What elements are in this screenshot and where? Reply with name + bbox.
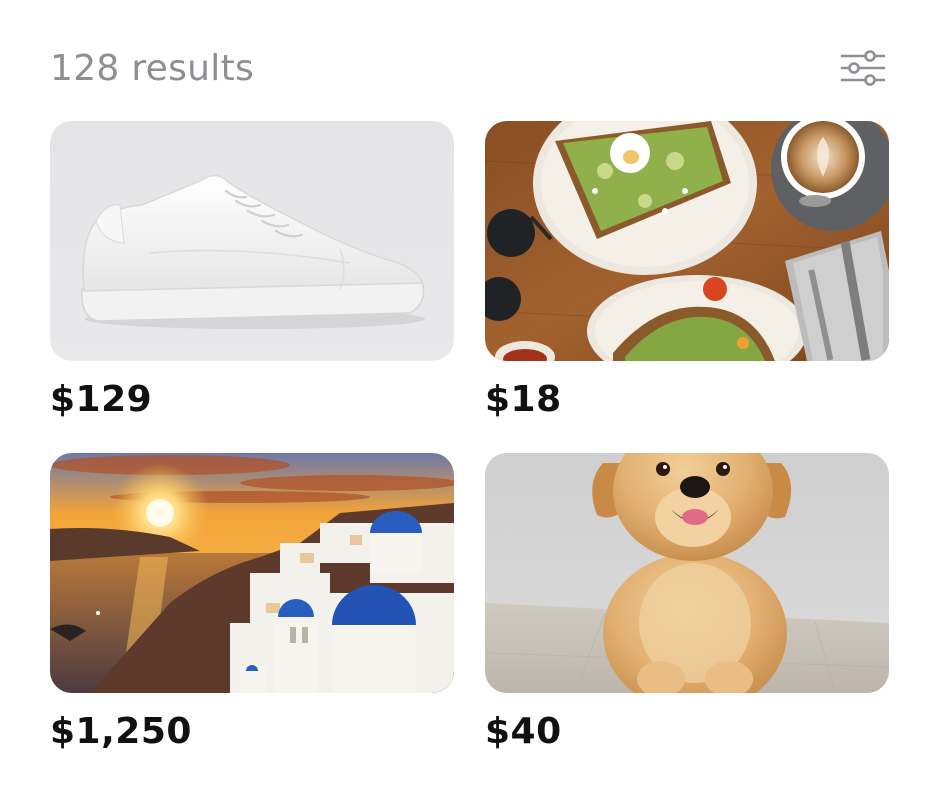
product-image-santorini[interactable] — [50, 453, 454, 693]
results-count: 128 results — [50, 48, 255, 89]
product-card[interactable]: $40 — [485, 453, 889, 753]
product-card[interactable]: $18 — [485, 121, 889, 421]
product-image-sneaker[interactable] — [50, 121, 454, 361]
product-price: $40 — [485, 711, 562, 752]
filter-button[interactable] — [840, 48, 886, 88]
results-header: 128 results — [50, 42, 890, 98]
product-price: $129 — [50, 379, 153, 420]
results-page: 128 results $129 $18 $1,250 $40 — [0, 0, 940, 803]
product-image-avocado-toast[interactable] — [485, 121, 889, 361]
product-price: $18 — [485, 379, 562, 420]
product-card[interactable]: $1,250 — [50, 453, 454, 753]
sliders-icon — [840, 50, 886, 86]
product-price: $1,250 — [50, 711, 192, 752]
product-card[interactable]: $129 — [50, 121, 454, 421]
product-image-puppy[interactable] — [485, 453, 889, 693]
